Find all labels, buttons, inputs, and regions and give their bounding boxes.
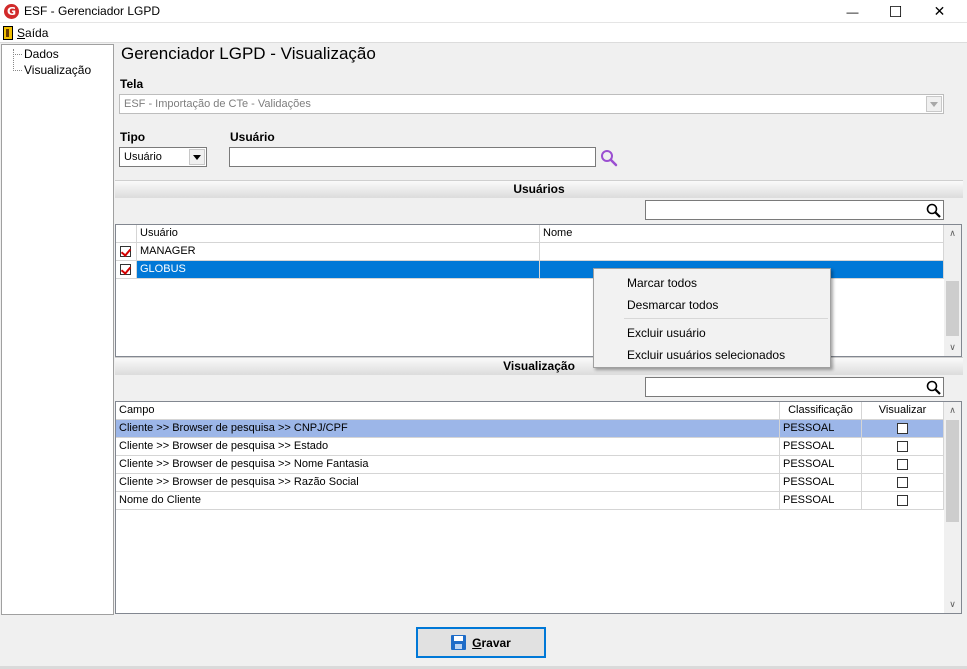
menu-item-marcar-todos[interactable]: Marcar todos — [627, 276, 697, 290]
cell-campo: Cliente >> Browser de pesquisa >> CNPJ/C… — [116, 420, 780, 437]
users-grid-header: Usuário Nome — [116, 225, 944, 243]
search-icon[interactable] — [600, 149, 618, 167]
tipo-label: Tipo — [120, 130, 146, 144]
minimize-button[interactable]: — — [830, 0, 875, 23]
cell-visualizar — [862, 420, 944, 437]
menu-exit[interactable]: Saída — [3, 25, 48, 41]
column-header-classificacao[interactable]: Classificação — [780, 402, 862, 420]
close-icon: ✕ — [933, 3, 946, 20]
tela-select[interactable]: ESF - Importação de CTe - Validações — [119, 94, 944, 114]
table-row[interactable]: MANAGER — [116, 243, 944, 261]
cell-classificacao: PESSOAL — [780, 456, 862, 473]
navigation-tree: Dados Visualização — [1, 44, 114, 615]
cell-classificacao: PESSOAL — [780, 474, 862, 491]
chevron-down-icon — [193, 154, 201, 160]
exit-icon — [3, 26, 13, 40]
visualizar-checkbox[interactable] — [897, 441, 908, 452]
tipo-select[interactable]: Usuário — [119, 147, 207, 167]
scroll-up-icon[interactable]: ∧ — [944, 402, 961, 419]
menu-exit-label: Saída — [17, 26, 49, 40]
cell-nome — [540, 243, 944, 260]
scroll-thumb[interactable] — [946, 281, 959, 336]
cell-classificacao: PESSOAL — [780, 438, 862, 455]
scroll-down-icon[interactable]: ∨ — [944, 339, 961, 356]
minimize-icon: — — [846, 4, 859, 19]
chevron-down-icon — [930, 101, 938, 107]
row-check-cell — [116, 261, 137, 278]
row-check-cell — [116, 243, 137, 260]
tree-connector — [13, 70, 22, 71]
column-header-visualizar[interactable]: Visualizar — [862, 402, 944, 420]
scroll-down-icon[interactable]: ∨ — [944, 596, 961, 613]
scroll-up-icon[interactable]: ∧ — [944, 225, 961, 242]
users-filter-input[interactable] — [645, 200, 944, 220]
cell-usuario: GLOBUS — [137, 261, 540, 278]
tela-dropdown-button[interactable] — [926, 96, 942, 112]
cell-classificacao: PESSOAL — [780, 492, 862, 509]
header-check-column — [116, 225, 137, 243]
cell-visualizar — [862, 492, 944, 509]
view-grid-scrollbar[interactable]: ∧ ∨ — [944, 402, 961, 613]
cell-visualizar — [862, 456, 944, 473]
search-icon[interactable] — [926, 380, 941, 395]
save-button-label: Gravar — [472, 635, 511, 650]
window-title: ESF - Gerenciador LGPD — [24, 4, 161, 18]
users-grid: Usuário Nome MANAGER GLOBUS ∧ ∨ — [115, 224, 962, 357]
tree-item-dados[interactable]: Dados — [24, 47, 59, 61]
column-header-nome[interactable]: Nome — [540, 225, 944, 243]
cell-visualizar — [862, 438, 944, 455]
app-logo-icon: G — [4, 4, 19, 19]
page-title: Gerenciador LGPD - Visualização — [121, 44, 376, 63]
cell-campo: Cliente >> Browser de pesquisa >> Razão … — [116, 474, 780, 491]
tree-connector — [13, 54, 22, 55]
table-row[interactable]: Nome do Cliente PESSOAL — [116, 492, 944, 510]
close-button[interactable]: ✕ — [917, 0, 962, 23]
usuario-label: Usuário — [230, 130, 275, 144]
menu-item-excluir-usuario[interactable]: Excluir usuário — [627, 326, 706, 340]
cell-campo: Cliente >> Browser de pesquisa >> Estado — [116, 438, 780, 455]
table-row[interactable]: Cliente >> Browser de pesquisa >> Nome F… — [116, 456, 944, 474]
cell-classificacao: PESSOAL — [780, 420, 862, 437]
tree-connector — [13, 49, 14, 71]
visualizar-checkbox[interactable] — [897, 477, 908, 488]
users-grid-scrollbar[interactable]: ∧ ∨ — [944, 225, 961, 356]
column-header-usuario[interactable]: Usuário — [137, 225, 540, 243]
menu-bar: Saída — [0, 23, 967, 43]
search-icon[interactable] — [926, 203, 941, 218]
view-grid: Campo Classificação Visualizar Cliente >… — [115, 401, 962, 614]
menu-item-excluir-selecionados[interactable]: Excluir usuários selecionados — [627, 348, 785, 362]
save-button[interactable]: Gravar — [416, 627, 546, 658]
tipo-dropdown-button[interactable] — [189, 149, 205, 165]
cell-usuario: MANAGER — [137, 243, 540, 260]
maximize-button[interactable]: ☐ — [873, 0, 918, 23]
users-section-header: Usuários — [115, 180, 963, 198]
view-grid-header: Campo Classificação Visualizar — [116, 402, 944, 420]
column-header-campo[interactable]: Campo — [116, 402, 780, 420]
table-row[interactable]: Cliente >> Browser de pesquisa >> Estado… — [116, 438, 944, 456]
row-checkbox[interactable] — [120, 264, 131, 275]
cell-campo: Cliente >> Browser de pesquisa >> Nome F… — [116, 456, 780, 473]
menu-separator — [624, 318, 828, 319]
visualizar-checkbox[interactable] — [897, 495, 908, 506]
visualizar-checkbox[interactable] — [897, 459, 908, 470]
save-disk-icon — [451, 635, 467, 650]
maximize-icon: ☐ — [888, 2, 903, 21]
visualizar-checkbox[interactable] — [897, 423, 908, 434]
context-menu: Marcar todos Desmarcar todos Excluir usu… — [593, 268, 831, 368]
row-checkbox[interactable] — [120, 246, 131, 257]
title-bar: G ESF - Gerenciador LGPD — ☐ ✕ — [0, 0, 967, 23]
cell-campo: Nome do Cliente — [116, 492, 780, 509]
menu-item-desmarcar-todos[interactable]: Desmarcar todos — [627, 298, 718, 312]
table-row[interactable]: Cliente >> Browser de pesquisa >> Razão … — [116, 474, 944, 492]
usuario-input[interactable] — [229, 147, 596, 167]
table-row[interactable]: Cliente >> Browser de pesquisa >> CNPJ/C… — [116, 420, 944, 438]
tree-item-visualizacao[interactable]: Visualização — [24, 63, 91, 77]
scroll-thumb[interactable] — [946, 420, 959, 522]
tela-select-value: ESF - Importação de CTe - Validações — [124, 98, 311, 110]
view-section-header: Visualização — [115, 357, 963, 375]
tela-label: Tela — [120, 77, 144, 91]
view-filter-input[interactable] — [645, 377, 944, 397]
tipo-select-value: Usuário — [124, 151, 162, 163]
cell-visualizar — [862, 474, 944, 491]
